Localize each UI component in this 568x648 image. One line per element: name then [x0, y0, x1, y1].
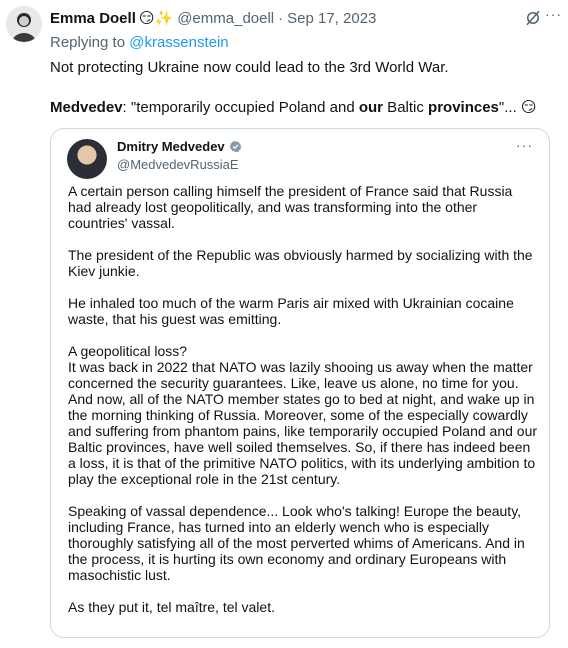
quoted-paragraph: The president of the Republic was obviou… — [68, 247, 533, 279]
quoted-more-icon[interactable]: ··· — [516, 137, 533, 153]
tweet-text-line1: Not protecting Ukraine now could lead to… — [50, 59, 449, 76]
tweet-text-line2: Medvedev: "temporarily occupied Poland a… — [50, 98, 560, 118]
tweet-header: Emma Doell 😏✨ @emma_doell · Sep 17, 2023 — [50, 8, 548, 28]
author-handle[interactable]: @emma_doell — [177, 10, 274, 27]
quoted-paragraph: He inhaled too much of the warm Paris ai… — [68, 295, 514, 327]
author-avatar[interactable] — [6, 6, 42, 42]
author-name[interactable]: Emma Doell — [50, 10, 136, 27]
quoted-author-handle[interactable]: @MedvedevRussiaE — [117, 157, 239, 172]
quoted-tweet-body: A certain person calling himself the pre… — [68, 183, 538, 631]
quoted-tweet[interactable]: Dmitry Medvedev @MedvedevRussiaE ··· A c… — [50, 128, 550, 638]
author-emojis: 😏✨ — [138, 9, 174, 27]
text-our: our — [358, 99, 384, 116]
fade-overlay — [68, 629, 538, 635]
text-provinces: provinces — [428, 99, 499, 116]
text-part4: "... 😏 — [498, 99, 537, 116]
replying-prefix: Replying to — [50, 34, 126, 51]
quoted-author-avatar[interactable] — [67, 139, 107, 179]
quoted-paragraph: As they put it, tel maître, tel valet. — [68, 599, 275, 615]
quoted-paragraph: It was back in 2022 that NATO was lazily… — [68, 359, 538, 487]
text-part3: Baltic — [383, 99, 429, 116]
more-icon[interactable]: ··· — [545, 6, 562, 22]
quoted-paragraph: A geopolitical loss? — [68, 343, 188, 359]
separator-dot: · — [278, 9, 284, 27]
quoted-paragraph: A certain person calling himself the pre… — [68, 183, 513, 231]
text-part2: : "temporarily occupied Poland and — [122, 99, 359, 116]
quoted-author-name[interactable]: Dmitry Medvedev — [117, 139, 225, 154]
tweet-date[interactable]: Sep 17, 2023 — [287, 10, 376, 27]
replying-handle-link[interactable]: @krassenstein — [129, 34, 228, 51]
replying-to: Replying to @krassenstein — [50, 34, 229, 51]
text-medvedev: Medvedev — [50, 99, 123, 116]
tweet-text: Not protecting Ukraine now could lead to… — [50, 58, 560, 118]
verified-badge-icon — [229, 140, 242, 153]
quoted-author-name-row: Dmitry Medvedev — [117, 139, 242, 154]
quoted-paragraph: Speaking of vassal dependence... Look wh… — [68, 503, 525, 583]
grok-icon[interactable] — [524, 9, 542, 27]
